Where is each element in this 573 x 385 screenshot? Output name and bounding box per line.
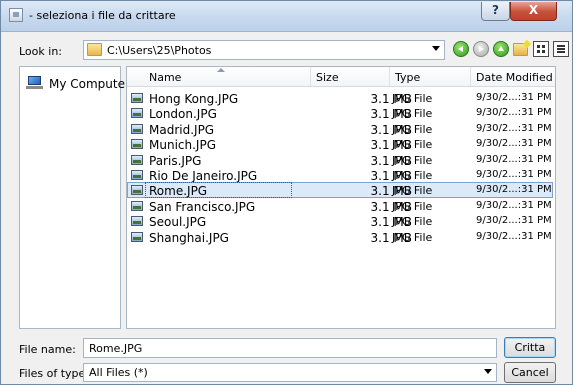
file-name-cell: Seoul.JPG	[149, 215, 207, 230]
file-type-cell: JPG File	[392, 184, 433, 198]
files-of-type-value: All Files (*)	[89, 366, 148, 379]
table-row[interactable]: Rome.JPG 3.1 MB JPG File 9/30/2...:31 PM	[127, 182, 555, 199]
image-file-icon	[131, 93, 143, 103]
chevron-down-icon[interactable]	[432, 46, 440, 51]
file-name-cell: Munich.JPG	[149, 138, 216, 153]
app-icon	[9, 8, 23, 22]
look-in-label: Look in:	[19, 45, 62, 58]
column-header-size[interactable]: Size	[316, 71, 339, 84]
computer-icon	[26, 76, 43, 90]
forward-icon[interactable]	[473, 41, 489, 57]
file-name-cell: Madrid.JPG	[149, 122, 215, 137]
file-name-label: File name:	[19, 343, 76, 356]
file-type-cell: JPG File	[392, 153, 433, 167]
help-button[interactable]: ?	[481, 2, 510, 21]
file-name-cell: Hong Kong.JPG	[149, 92, 239, 106]
date-modified-cell: 9/30/2...:31 PM	[476, 122, 552, 134]
table-row[interactable]: Rio De Janeiro.JPG 3.1 MB JPG File 9/30/2..…	[127, 168, 555, 183]
file-type-cell: JPG File	[392, 122, 433, 136]
image-file-icon	[131, 108, 143, 119]
file-name-cell: Shanghai.JPG	[149, 230, 229, 245]
file-type-cell: JPG File	[392, 138, 433, 152]
files-of-type-select[interactable]: All Files (*)	[83, 363, 497, 382]
column-header-name[interactable]: Name	[149, 71, 181, 84]
table-row[interactable]: Munich.JPG 3.1 MB JPG File 9/30/2...:31 PM	[127, 137, 555, 152]
table-row[interactable]: Paris.JPG 3.1 MB JPG File 9/30/2...:31 PM	[127, 153, 555, 168]
column-header-row: Name Size Type Date Modified	[127, 67, 555, 87]
image-file-icon	[131, 123, 143, 134]
image-file-icon	[131, 216, 143, 227]
date-modified-cell: 9/30/2...:31 PM	[476, 215, 552, 227]
image-file-icon	[131, 231, 143, 242]
date-modified-cell: 9/30/2...:31 PM	[476, 138, 552, 150]
column-divider[interactable]	[389, 67, 390, 86]
date-modified-cell: 9/30/2...:31 PM	[476, 169, 552, 180]
place-label: My Computer	[49, 77, 130, 91]
sort-ascending-icon	[217, 68, 225, 72]
column-header-date-modified[interactable]: Date Modified	[476, 71, 553, 84]
file-type-cell: JPG File	[392, 92, 433, 105]
file-type-cell: JPG File	[392, 199, 433, 213]
table-row[interactable]: Seoul.JPG 3.1 MB JPG File 9/30/2...:31 PM	[127, 214, 555, 229]
grid-view-icon[interactable]	[533, 41, 549, 57]
back-icon[interactable]	[453, 41, 469, 57]
column-divider[interactable]	[470, 67, 471, 86]
file-chooser-dialog: - seleziona i file da crittare ? X Look …	[0, 0, 573, 385]
image-file-icon	[131, 200, 143, 211]
table-row[interactable]: London.JPG 3.1 MB JPG File 9/30/2...:31 PM	[127, 106, 555, 121]
table-row[interactable]: Shanghai.JPG 3.1 MB JPG File 9/30/2...:31 P…	[127, 230, 555, 245]
table-row[interactable]: Madrid.JPG 3.1 MB JPG File 9/30/2...:31 PM	[127, 122, 555, 137]
encrypt-button[interactable]: Critta	[504, 337, 556, 358]
file-list[interactable]: Name Size Type Date Modified Hong Kong.J…	[126, 66, 556, 329]
folder-icon	[87, 43, 102, 56]
date-modified-cell: 9/30/2...:31 PM	[476, 184, 552, 196]
column-divider[interactable]	[310, 67, 311, 86]
up-folder-icon[interactable]	[493, 41, 509, 57]
image-file-icon	[131, 154, 143, 165]
date-modified-cell: 9/30/2...:31 PM	[476, 199, 552, 211]
file-type-cell: JPG File	[392, 215, 433, 229]
look-in-combo[interactable]: C:\Users\25\Photos	[83, 40, 445, 60]
table-row[interactable]: Hong Kong.JPG 3.1 MB JPG File 9/30/2...:31 …	[127, 91, 555, 106]
file-name-cell: Paris.JPG	[149, 153, 202, 168]
file-type-cell: JPG File	[392, 107, 433, 121]
file-name-input[interactable]	[83, 338, 497, 358]
close-button[interactable]: X	[510, 2, 557, 21]
title-bar[interactable]: - seleziona i file da crittare ? X	[1, 1, 572, 32]
date-modified-cell: 9/30/2...:31 PM	[476, 92, 552, 103]
chevron-down-icon[interactable]	[484, 369, 492, 374]
file-type-cell: JPG File	[392, 230, 433, 244]
column-header-type[interactable]: Type	[395, 71, 420, 84]
places-panel: My Computer	[19, 66, 130, 329]
image-file-icon	[131, 170, 143, 180]
image-file-icon	[131, 185, 143, 196]
file-name-cell: London.JPG	[149, 107, 217, 122]
file-name-cell: San Francisco.JPG	[149, 199, 256, 214]
file-name-cell: Rio De Janeiro.JPG	[149, 169, 258, 183]
table-row[interactable]: San Francisco.JPG 3.1 MB JPG File 9/30/2...…	[127, 199, 555, 214]
file-type-cell: JPG File	[392, 169, 433, 182]
list-view-icon[interactable]	[553, 41, 569, 57]
file-name-cell: Rome.JPG	[149, 184, 208, 199]
date-modified-cell: 9/30/2...:31 PM	[476, 107, 552, 119]
window-title: - seleziona i file da crittare	[29, 9, 176, 22]
date-modified-cell: 9/30/2...:31 PM	[476, 153, 552, 165]
image-file-icon	[131, 139, 143, 150]
cancel-button[interactable]: Cancel	[504, 362, 556, 383]
files-of-type-label: Files of type:	[19, 367, 90, 380]
path-text: C:\Users\25\Photos	[107, 44, 212, 57]
date-modified-cell: 9/30/2...:31 PM	[476, 230, 552, 242]
new-folder-icon[interactable]	[513, 43, 528, 56]
